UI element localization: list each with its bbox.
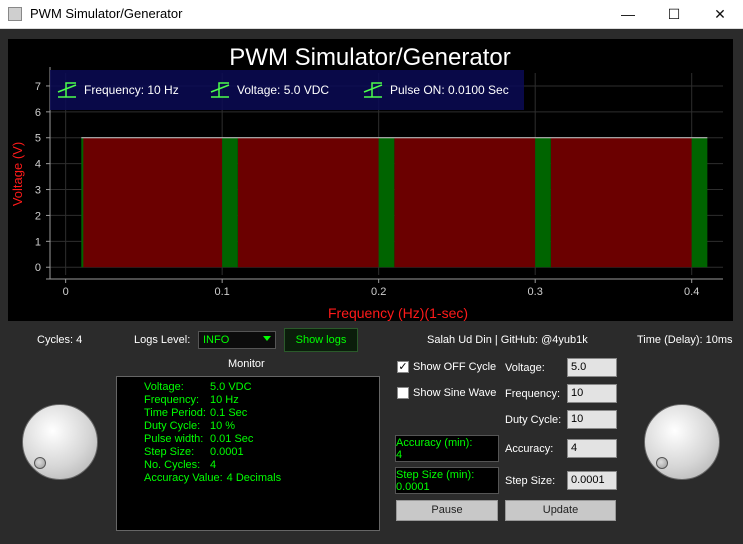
monitor-panel: Voltage: 5.0 VDC Frequency: 10 Hz Time Perio… <box>116 376 380 531</box>
y-tick-label: 7 <box>35 81 41 93</box>
monitor-key: Duty Cycle: <box>144 420 201 432</box>
voltage-input[interactable]: 5.0 <box>567 358 617 377</box>
chevron-down-icon <box>263 336 271 341</box>
y-tick-label: 1 <box>35 236 41 248</box>
show-sine-wave-label: Show Sine Wave <box>413 387 497 399</box>
monitor-key: Time Period: <box>144 407 206 419</box>
voltage-label: Voltage: <box>505 362 545 374</box>
update-button[interactable]: Update <box>505 500 616 521</box>
monitor-value: 10 Hz <box>210 394 239 406</box>
monitor-label: Monitor <box>228 358 265 370</box>
window-title: PWM Simulator/Generator <box>30 6 183 21</box>
frequency-input[interactable]: 10 <box>567 384 617 403</box>
monitor-row: Frequency: 10 Hz <box>144 394 239 406</box>
monitor-value: 4 Decimals <box>226 472 282 484</box>
author-label: Salah Ud Din | GitHub: @4yub1k <box>427 334 588 346</box>
close-button[interactable]: ✕ <box>697 0 743 28</box>
logs-level-label: Logs Level: <box>134 334 191 346</box>
pwm-plot[interactable]: PWM Simulator/Generator 0 1 2 3 4 5 6 7 0 0.1 0.2 0.… <box>8 39 733 321</box>
time-delay-label: Time (Delay): 10ms <box>637 334 733 346</box>
x-tick-label: 0.2 <box>371 286 386 298</box>
step-size-input[interactable]: 0.0001 <box>567 471 617 490</box>
x-tick-label: 0.1 <box>215 286 230 298</box>
monitor-row: Pulse width: 0.01 Sec <box>144 433 253 445</box>
y-tick-label: 2 <box>35 210 41 222</box>
accuracy-label: Accuracy: <box>505 443 554 455</box>
monitor-key: Pulse width: <box>144 433 204 445</box>
monitor-row: Step Size: 0.0001 <box>144 446 244 458</box>
legend-label: Pulse ON: 0.0100 Sec <box>390 83 509 97</box>
legend-label: Voltage: 5.0 VDC <box>237 83 329 97</box>
pulse-on-bar <box>535 137 551 268</box>
show-sine-wave-checkbox[interactable] <box>397 387 409 399</box>
accuracy-min-display: Accuracy (min): 4 <box>395 435 499 462</box>
monitor-key: Step Size: <box>144 446 195 458</box>
step-size-min-label: Step Size (min): <box>396 469 475 481</box>
pulse-on-bar <box>378 137 395 268</box>
title-bar: PWM Simulator/Generator — ☐ ✕ <box>0 0 743 29</box>
dial-indicator <box>34 457 46 469</box>
monitor-row: Voltage: 5.0 VDC <box>144 381 252 393</box>
pulse-on-bar <box>222 137 238 268</box>
app-icon <box>8 7 22 21</box>
x-tick-label: 0.4 <box>684 286 699 298</box>
accuracy-min-value: 4 <box>396 449 403 461</box>
x-tick-label: 0.3 <box>528 286 543 298</box>
monitor-value: 4 <box>210 459 217 471</box>
y-tick-label: 6 <box>35 107 41 119</box>
duty-cycle-input[interactable]: 10 <box>567 410 617 429</box>
step-size-min-display: Step Size (min): 0.0001 <box>395 467 499 494</box>
logs-level-value: INFO <box>203 334 230 346</box>
show-off-cycle-label: Show OFF Cycle <box>413 361 497 373</box>
monitor-key: Frequency: <box>144 394 200 406</box>
accuracy-input[interactable]: 4 <box>567 439 617 458</box>
y-tick-label: 3 <box>35 185 41 197</box>
y-tick-label: 0 <box>35 262 41 274</box>
frequency-label: Frequency: <box>505 388 561 400</box>
step-size-label: Step Size: <box>505 475 556 487</box>
maximize-button[interactable]: ☐ <box>651 0 697 28</box>
right-dial[interactable] <box>644 404 720 480</box>
legend-label: Frequency: 10 Hz <box>84 83 179 97</box>
dial-indicator <box>656 457 668 469</box>
left-dial[interactable] <box>22 404 98 480</box>
pwm-chart: PWM Simulator/Generator 0 1 2 3 4 5 6 7 0 0.1 0.2 0.… <box>10 44 723 321</box>
monitor-row: Duty Cycle: 10 % <box>144 420 235 432</box>
pulse-off-bar <box>550 137 692 268</box>
pulse-on-bar <box>691 137 708 268</box>
duty-cycle-label: Duty Cycle: <box>505 414 562 426</box>
minimize-button[interactable]: — <box>605 0 651 28</box>
monitor-key: Accuracy Value: <box>144 472 223 484</box>
x-axis-label: Frequency (Hz)(1-sec) <box>328 305 468 321</box>
monitor-row: No. Cycles: 4 <box>144 459 216 471</box>
x-tick-label: 0 <box>63 286 69 298</box>
pulse-off-bar <box>237 137 379 268</box>
cycles-label: Cycles: 4 <box>37 334 83 346</box>
pause-button[interactable]: Pause <box>396 500 498 521</box>
pulse-off-bar <box>82 137 223 268</box>
show-off-cycle-checkbox[interactable]: ✓ <box>397 361 409 373</box>
logs-level-select[interactable]: INFO <box>198 331 276 349</box>
monitor-key: Voltage: <box>144 381 184 393</box>
monitor-value: 0.1 Sec <box>210 407 248 419</box>
monitor-value: 0.01 Sec <box>210 433 254 445</box>
y-tick-label: 4 <box>35 159 41 171</box>
monitor-row: Time Period: 0.1 Sec <box>144 407 247 419</box>
plot-title: PWM Simulator/Generator <box>229 44 510 71</box>
monitor-value: 10 % <box>210 420 236 432</box>
y-axis-label: Voltage (V) <box>10 142 25 206</box>
pulse-on-bar <box>81 137 84 268</box>
pulse-off-bar <box>394 137 536 268</box>
step-size-min-value: 0.0001 <box>396 481 430 493</box>
accuracy-min-label: Accuracy (min): <box>396 437 473 449</box>
monitor-value: 0.0001 <box>210 446 244 458</box>
monitor-key: No. Cycles: <box>144 459 201 471</box>
monitor-value: 5.0 VDC <box>210 381 252 393</box>
y-tick-label: 5 <box>35 133 41 145</box>
show-logs-button[interactable]: Show logs <box>284 328 358 352</box>
monitor-row: Accuracy Value: 4 Decimals <box>144 472 281 484</box>
